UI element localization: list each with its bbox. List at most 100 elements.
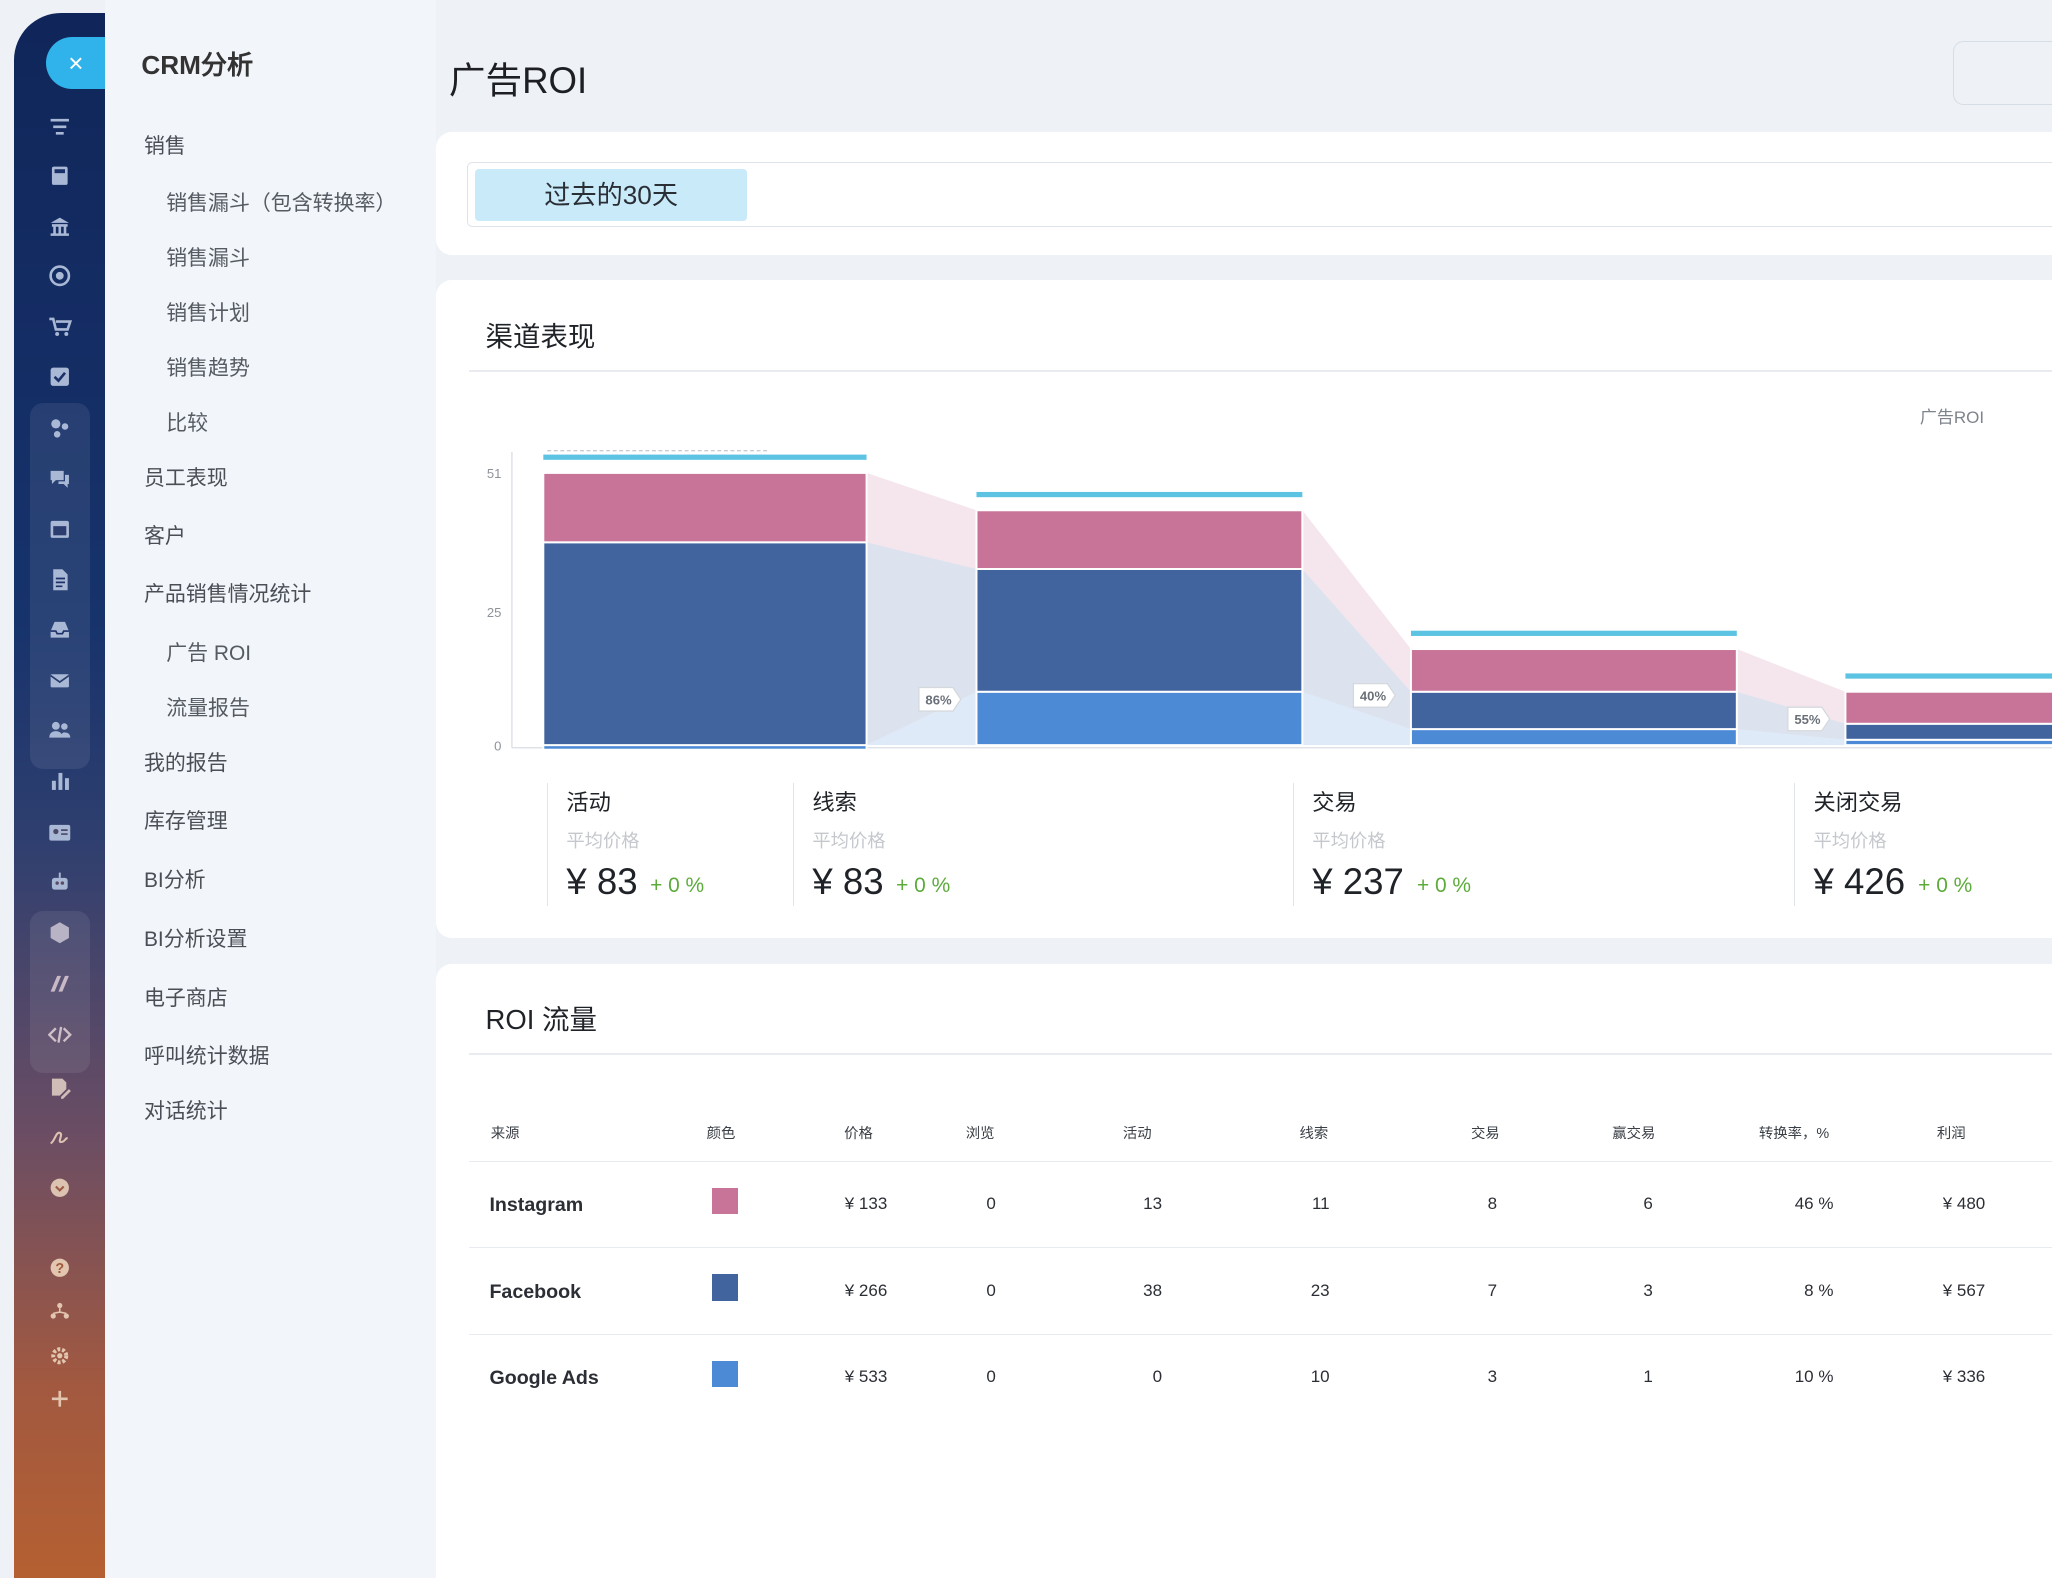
stat-name: 活动 [566,790,611,816]
cell-conv: 10 % [1794,1367,1834,1387]
table-column-header[interactable]: 浏览 [966,1122,995,1143]
table-column-header[interactable]: 活动 [1123,1122,1152,1143]
divider [468,1053,2052,1055]
conversion-label: 86% [925,692,952,707]
table-row[interactable]: Google Ads ¥ 533 0 0 10 3 1 10 % ¥ 336 [468,1333,2052,1421]
menu-item[interactable]: 库存管理 [144,805,228,835]
menu-item[interactable]: 销售漏斗（包含转换率） [166,187,396,217]
bar-chart-icon[interactable] [46,767,75,796]
menu-item[interactable]: 销售趋势 [166,352,250,382]
table-column-header[interactable]: 来源 [491,1122,520,1143]
source-name: Facebook [489,1280,582,1303]
analytics-menu: CRM分析 销售 销售漏斗（包含转换率） 销售漏斗 销售计划 销售趋势 比较 员工表现 客户产… [104,0,436,1578]
stat-subtitle: 平均价格 [812,830,886,852]
cell-price: ¥ 133 [844,1194,888,1214]
cell-activities: 38 [1143,1280,1163,1300]
bank-icon[interactable] [46,212,75,241]
table-column-header[interactable]: 交易 [1471,1122,1500,1143]
cell-leads: 23 [1310,1280,1330,1300]
roi-title: ROI 流量 [485,1004,597,1036]
color-swatch [711,1187,739,1215]
menu-item[interactable]: 对话统计 [144,1095,228,1125]
table-column-header[interactable]: 颜色 [707,1122,736,1143]
cell-activities: 13 [1143,1194,1163,1214]
table-column-header[interactable]: 线索 [1300,1122,1329,1143]
stage-stat: 活动 平均价格 ¥ 83 + 0 % [547,782,784,906]
calendar-icon[interactable] [46,514,75,543]
menu-item[interactable]: 电子商店 [144,982,228,1012]
chat-icon[interactable] [46,465,75,494]
stat-value: ¥ 237 [1312,861,1404,903]
menu-item[interactable]: 广告 ROI [166,637,251,667]
menu-item[interactable]: 呼叫统计数据 [144,1040,270,1070]
y-tick-label: 51 [487,466,502,481]
cell-profit: ¥ 567 [1942,1280,1986,1300]
robot-icon[interactable] [46,868,75,897]
document-icon[interactable] [46,565,75,594]
conversion-label: 40% [1360,688,1387,703]
help-icon[interactable]: ? [46,1254,75,1283]
bar-segment-facebook [975,567,1304,693]
plus-icon[interactable] [46,1385,75,1414]
funnel-chart: 0 25 51 86% 40% 55% 广告ROI [487,408,2052,753]
checkbox-icon[interactable] [46,362,75,391]
menu-item[interactable]: 员工表现 [144,462,228,492]
settings-icon[interactable] [46,1341,75,1370]
table-row[interactable]: Instagram ¥ 133 0 13 11 8 6 46 % ¥ 480 [468,1160,2052,1248]
stage-stat: 交易 平均价格 ¥ 237 + 0 % [1292,782,1530,906]
box-icon[interactable] [46,919,75,948]
menu-item[interactable]: BI分析 [144,864,206,894]
cell-profit: ¥ 480 [1942,1194,1986,1214]
svg-text:?: ? [56,1261,65,1277]
menu-item[interactable]: 客户 [144,520,186,550]
chart-legend-label: 广告ROI [1920,408,1984,427]
cell-leads: 10 [1310,1367,1330,1387]
sitemap-icon[interactable] [46,1297,75,1326]
calculator-icon[interactable] [46,161,75,190]
menu-item[interactable]: 流量报告 [166,692,250,722]
menu-item[interactable]: BI分析设置 [144,923,247,953]
table-column-header[interactable]: 利润 [1937,1122,1966,1143]
stat-name: 线索 [812,790,857,816]
y-tick-label: 0 [494,738,501,753]
chevron-circle-icon[interactable] [46,1174,75,1203]
id-card-icon[interactable] [46,818,75,847]
inbox-icon[interactable] [46,615,75,644]
bar-segment-instagram [1844,690,2052,725]
cell-conv: 46 % [1794,1194,1834,1214]
cell-price: ¥ 266 [844,1280,888,1300]
target-icon[interactable] [46,262,75,291]
edit-doc-icon[interactable] [46,1073,75,1102]
bar-top-band [1845,672,2052,679]
cell-views: 0 [986,1367,996,1387]
cell-deals: 8 [1487,1194,1498,1214]
mail-icon[interactable] [46,666,75,695]
menu-item[interactable]: 产品销售情况统计 [144,578,311,608]
header-action-button[interactable] [1952,40,2052,106]
table-column-header[interactable]: 价格 [844,1122,873,1143]
cell-views: 0 [986,1280,996,1300]
code-icon[interactable] [46,1021,75,1050]
funnel-icon[interactable] [46,113,75,142]
menu-item[interactable]: 销售 [144,130,186,160]
period-chip[interactable]: 过去的30天 [475,168,748,222]
users-icon[interactable] [46,716,75,745]
stat-name: 交易 [1312,790,1357,816]
signature-icon[interactable] [46,1123,75,1152]
cart-icon[interactable] [46,313,75,342]
stat-value: ¥ 83 [812,861,884,903]
menu-item[interactable]: 比较 [166,407,208,437]
stage-stat: 线索 平均价格 ¥ 83 + 0 % [793,782,1030,906]
bar-segment-facebook [542,540,868,746]
menu-item[interactable]: 销售计划 [166,297,250,327]
analytics-icon[interactable] [46,414,75,443]
menu-item[interactable]: 销售漏斗 [166,242,250,272]
menu-item[interactable]: 我的报告 [144,747,228,777]
close-icon[interactable]: × [45,36,106,89]
brand-icon[interactable] [46,970,75,999]
table-row[interactable]: Facebook ¥ 266 0 38 23 7 3 8 % ¥ 567 [468,1247,2052,1334]
table-column-header[interactable]: 转换率，% [1759,1122,1829,1143]
stage-stat: 关闭交易 平均价格 ¥ 426 + 0 % [1794,782,2031,906]
stat-change: + 0 % [1918,874,1973,898]
table-column-header[interactable]: 赢交易 [1612,1122,1655,1143]
